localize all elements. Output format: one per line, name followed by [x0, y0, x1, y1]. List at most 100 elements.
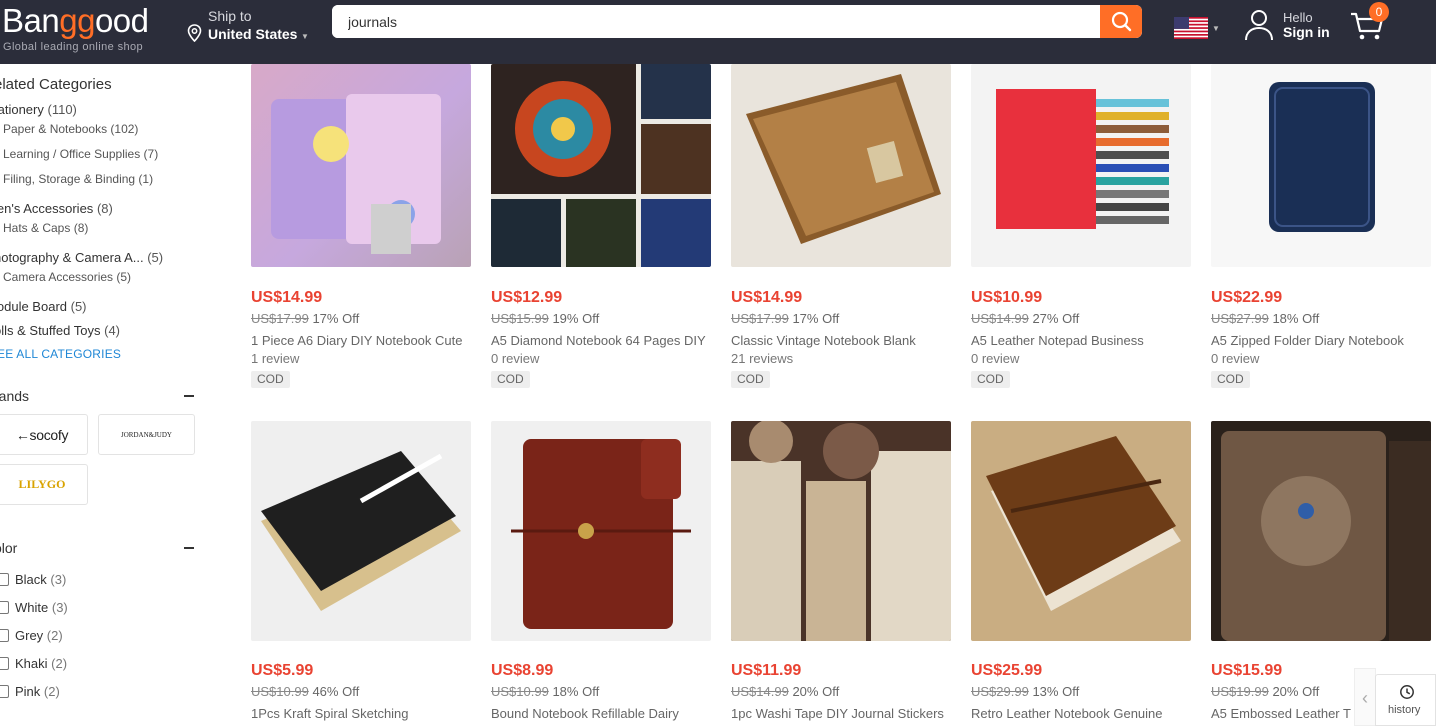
chevron-down-icon: ▼ [301, 32, 309, 41]
product-title[interactable]: 1pc Washi Tape DIY Journal Stickers [731, 706, 951, 721]
cod-badge: COD [971, 371, 1010, 388]
original-price: US$27.99 18% Off [1211, 311, 1320, 326]
product-image[interactable] [731, 64, 951, 267]
related-categories-title: elated Categories [0, 76, 112, 93]
checkbox[interactable] [0, 657, 9, 670]
brand-jordan-judy[interactable]: JORDAN&JUDY [98, 414, 195, 455]
product-title[interactable]: Classic Vintage Notebook Blank [731, 333, 951, 348]
ship-to-country: United States [208, 26, 298, 42]
top-header: Banggood Global leading online shop Ship… [0, 0, 1436, 64]
product-title[interactable]: 1Pcs Kraft Spiral Sketching [251, 706, 471, 721]
original-price: US$14.99 27% Off [971, 311, 1080, 326]
product-title[interactable]: Bound Notebook Refillable Dairy [491, 706, 711, 721]
collapse-icon[interactable] [184, 547, 194, 549]
product-image[interactable] [491, 64, 711, 267]
cod-badge: COD [731, 371, 770, 388]
cod-badge: COD [491, 371, 530, 388]
checkbox[interactable] [0, 629, 9, 642]
original-price: US$17.99 17% Off [251, 311, 360, 326]
search-input[interactable] [332, 5, 1100, 38]
review-count[interactable]: 21 reviews [731, 351, 793, 366]
review-count[interactable]: 0 review [491, 351, 539, 366]
color-filter-title: olor [0, 540, 18, 556]
cart-count-badge: 0 [1369, 2, 1389, 22]
hello-label: Hello [1283, 10, 1313, 25]
product-image[interactable] [251, 64, 471, 267]
category-camera-accessories[interactable]: Camera Accessories (5) [3, 270, 131, 284]
checkbox[interactable] [0, 601, 9, 614]
banggood-logo[interactable]: Banggood [2, 2, 149, 40]
checkbox[interactable] [0, 573, 9, 586]
zipped-folder-image-art [1269, 82, 1375, 232]
product-title[interactable]: 1 Piece A6 Diary DIY Notebook Cute [251, 333, 471, 348]
search-button[interactable] [1100, 5, 1142, 38]
history-icon [1400, 685, 1414, 699]
history-label: history [1388, 704, 1421, 716]
us-flag-icon[interactable] [1174, 17, 1208, 39]
product-image[interactable] [971, 64, 1191, 267]
filter-sidebar: elated Categories tationery (110) Paper … [0, 64, 220, 726]
kraft-spiral-image-art [261, 451, 461, 611]
product-title[interactable]: A5 Leather Notepad Business [971, 333, 1191, 348]
review-count[interactable]: 0 review [1211, 351, 1259, 366]
product-price: US$5.99 [251, 662, 314, 679]
original-price: US$15.99 19% Off [491, 311, 600, 326]
retro-leather-image-art [986, 436, 1181, 611]
product-price: US$10.99 [971, 289, 1043, 306]
category-dolls-toys[interactable]: olls & Stuffed Toys (4) [0, 323, 120, 338]
sign-in-link[interactable]: Sign in [1283, 24, 1330, 40]
chevron-down-icon: ▼ [1212, 24, 1220, 33]
collapse-icon[interactable] [184, 395, 194, 397]
category-hats-caps[interactable]: Hats & Caps (8) [3, 221, 88, 235]
history-button[interactable]: history [1375, 674, 1436, 726]
original-price: US$19.99 20% Off [1211, 684, 1320, 699]
original-price: US$17.99 17% Off [731, 311, 840, 326]
product-price: US$14.99 [251, 289, 323, 306]
ship-to-label: Ship to [208, 8, 252, 24]
chevron-left-icon[interactable]: ‹ [1354, 668, 1376, 726]
diary-image-art [271, 94, 441, 254]
product-price: US$12.99 [491, 289, 563, 306]
vintage-notebook-image-art [746, 74, 941, 244]
product-title[interactable]: A5 Diamond Notebook 64 Pages DIY [491, 333, 711, 348]
category-module-board[interactable]: lodule Board (5) [0, 299, 87, 314]
product-image[interactable] [491, 421, 711, 641]
search-icon [1111, 11, 1132, 32]
product-price: US$8.99 [491, 662, 554, 679]
product-price: US$22.99 [1211, 289, 1283, 306]
product-price: US$14.99 [731, 289, 803, 306]
category-stationery[interactable]: tationery (110) [0, 102, 77, 117]
category-photography[interactable]: hotography & Camera A... (5) [0, 250, 163, 265]
cod-badge: COD [1211, 371, 1250, 388]
category-paper-notebooks[interactable]: Paper & Notebooks (102) [3, 122, 138, 136]
product-price: US$15.99 [1211, 662, 1283, 679]
product-image[interactable] [1211, 421, 1431, 641]
user-icon[interactable] [1243, 8, 1275, 42]
original-price: US$14.99 20% Off [731, 684, 840, 699]
checkbox[interactable] [0, 685, 9, 698]
product-image[interactable] [251, 421, 471, 641]
category-mens-accessories[interactable]: len's Accessories (8) [0, 201, 113, 216]
brands-title: rands [0, 388, 30, 404]
product-image[interactable] [731, 421, 951, 641]
review-count[interactable]: 0 review [971, 351, 1019, 366]
product-image[interactable] [971, 421, 1191, 641]
review-count[interactable]: 1 review [251, 351, 299, 366]
original-price: US$10.99 18% Off [491, 684, 600, 699]
see-all-categories-link[interactable]: EE ALL CATEGORIES [0, 347, 121, 361]
original-price: US$29.99 13% Off [971, 684, 1080, 699]
leather-notepad-image-art [996, 89, 1169, 229]
product-title[interactable]: Retro Leather Notebook Genuine [971, 706, 1191, 721]
embossed-leather-image-art [1221, 431, 1431, 641]
product-image[interactable] [1211, 64, 1431, 267]
brand-lilygo[interactable]: LILYGO [0, 464, 88, 505]
product-price: US$25.99 [971, 662, 1043, 679]
product-title[interactable]: A5 Zipped Folder Diary Notebook [1211, 333, 1431, 348]
brand-socofy[interactable]: ←socofy [0, 414, 88, 455]
category-filing-storage[interactable]: Filing, Storage & Binding (1) [3, 172, 153, 186]
product-price: US$11.99 [731, 662, 802, 679]
washi-tape-image-art [731, 421, 951, 641]
refillable-dairy-image-art [511, 439, 691, 629]
category-learning-office[interactable]: Learning / Office Supplies (7) [3, 147, 158, 161]
cod-badge: COD [251, 371, 290, 388]
